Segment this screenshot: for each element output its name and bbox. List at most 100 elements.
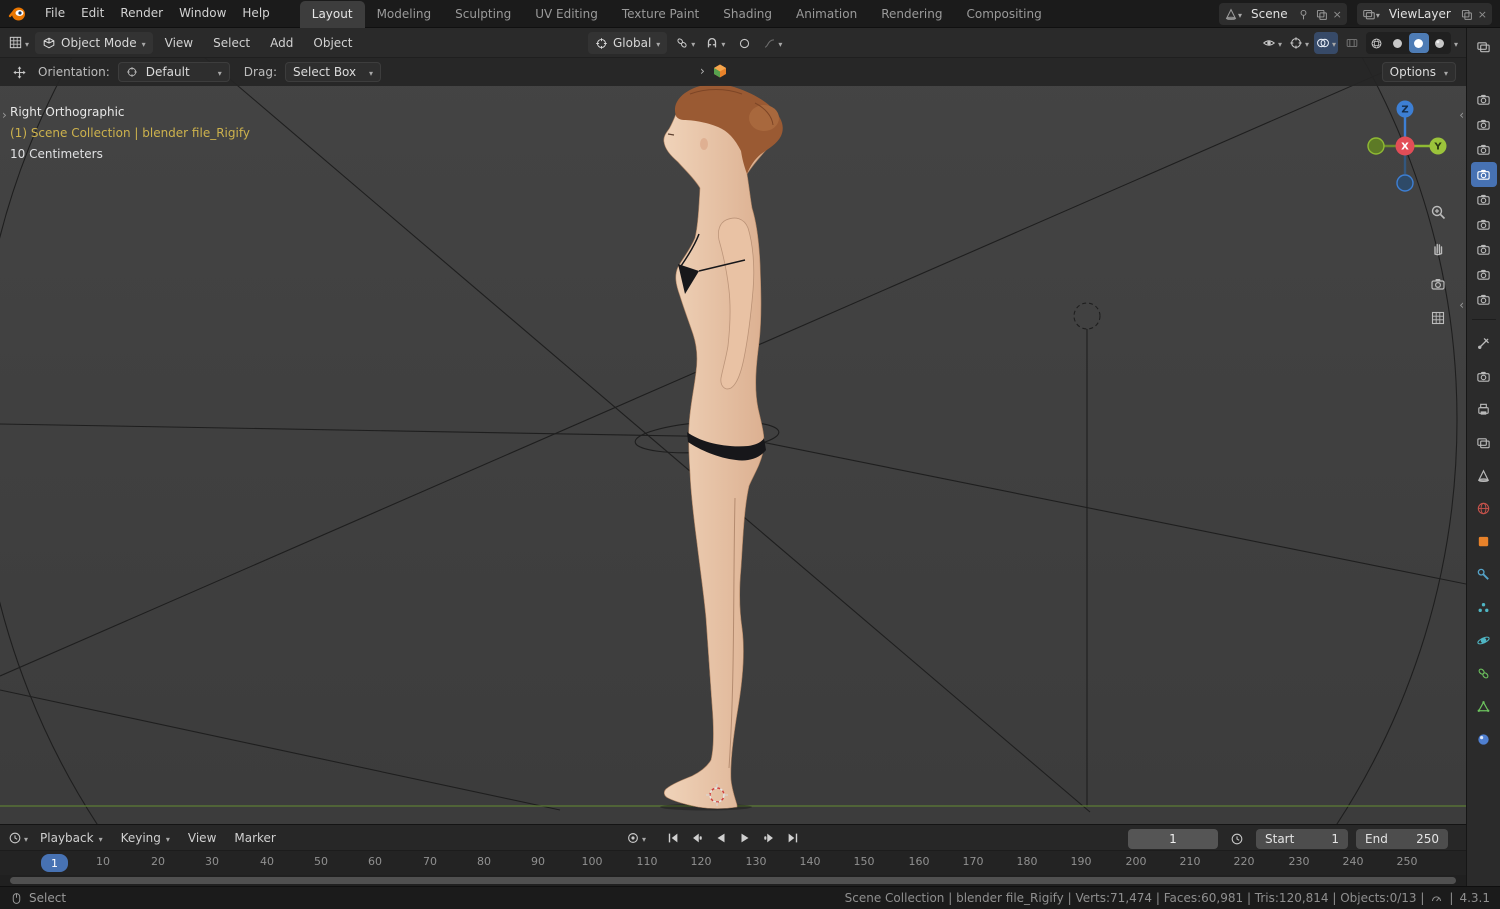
menu-view[interactable]: View (157, 29, 201, 57)
gizmo-y-neg-axis[interactable] (1367, 137, 1385, 155)
menu-help[interactable]: Help (234, 0, 277, 27)
autokey-button[interactable] (624, 827, 648, 849)
shading-dropdown[interactable] (1454, 36, 1458, 50)
falloff-dropdown[interactable] (761, 32, 784, 54)
pan-hand-button[interactable] (1426, 236, 1450, 260)
outliner-camera-icon[interactable] (1471, 212, 1497, 237)
current-frame-field[interactable]: 1 (1128, 829, 1218, 849)
orientation-dropdown[interactable]: Global (588, 32, 668, 54)
properties-tab-object[interactable] (1471, 525, 1497, 558)
pin-icon[interactable] (1297, 8, 1310, 21)
tab-sculpting[interactable]: Sculpting (443, 1, 523, 28)
camera-view-button[interactable] (1426, 272, 1450, 296)
overlays-toggle[interactable] (1313, 32, 1338, 54)
tab-shading[interactable]: Shading (711, 1, 784, 28)
properties-tab-material[interactable] (1471, 723, 1497, 756)
outliner-camera-icon-active[interactable] (1470, 162, 1497, 187)
outliner-camera-icon[interactable] (1471, 237, 1497, 262)
start-frame-field[interactable]: Start 1 (1256, 829, 1348, 849)
tab-texture-paint[interactable]: Texture Paint (610, 1, 711, 28)
add-viewlayer-icon[interactable] (1460, 8, 1473, 21)
outliner-camera-icon[interactable] (1471, 137, 1497, 162)
preview-range-button[interactable] (1226, 828, 1248, 850)
shading-wireframe-button[interactable] (1367, 33, 1387, 53)
scene-browse-icon[interactable] (1224, 7, 1242, 21)
outliner-camera-icon[interactable] (1471, 112, 1497, 137)
toolbar-expand-arrow[interactable]: › (2, 108, 7, 122)
jump-start-button[interactable] (662, 827, 684, 849)
blender-logo-icon[interactable] (8, 4, 27, 23)
options-dropdown[interactable]: Options (1381, 62, 1456, 82)
menu-file[interactable]: File (37, 0, 73, 27)
menu-object[interactable]: Object (305, 29, 360, 57)
tab-uv-editing[interactable]: UV Editing (523, 1, 610, 28)
marker-menu[interactable]: Marker (226, 831, 283, 845)
prev-keyframe-button[interactable] (686, 827, 708, 849)
character-model[interactable] (663, 84, 783, 809)
end-frame-field[interactable]: End 250 (1356, 829, 1448, 849)
properties-tab-render[interactable] (1471, 360, 1497, 393)
unlink-scene-icon[interactable]: × (1333, 8, 1342, 21)
orientation-setting-dropdown[interactable]: Default (117, 62, 230, 82)
properties-tab-scene[interactable] (1471, 459, 1497, 492)
keying-menu[interactable]: Keying (113, 831, 178, 845)
snap-pair-button[interactable] (673, 32, 697, 54)
tab-layout[interactable]: Layout (299, 0, 365, 28)
timeline-view-menu[interactable]: View (180, 831, 224, 845)
menu-render[interactable]: Render (112, 0, 171, 27)
menu-add[interactable]: Add (262, 29, 301, 57)
tab-rendering[interactable]: Rendering (869, 1, 954, 28)
play-button[interactable] (734, 827, 756, 849)
jump-end-button[interactable] (782, 827, 804, 849)
visibility-dropdown[interactable] (1260, 32, 1284, 54)
next-keyframe-button[interactable] (758, 827, 780, 849)
properties-tab-viewlayer[interactable] (1471, 426, 1497, 459)
ortho-grid-button[interactable] (1426, 306, 1450, 330)
properties-tab-data[interactable] (1471, 690, 1497, 723)
properties-tab-output[interactable] (1471, 393, 1497, 426)
strip-filter-icon[interactable] (1471, 34, 1497, 59)
zoom-button[interactable] (1426, 200, 1450, 224)
properties-tab-world[interactable] (1471, 492, 1497, 525)
tab-modeling[interactable]: Modeling (365, 1, 444, 28)
frame-ruler[interactable]: 1 10 20 30 40 50 60 70 80 90 100 110 120… (0, 851, 1466, 875)
collapsed-panel-crumb[interactable]: › (700, 63, 728, 79)
mode-dropdown[interactable]: Object Mode (35, 31, 153, 54)
editor-type-button[interactable] (6, 32, 31, 54)
scene-name[interactable]: Scene (1247, 7, 1292, 21)
gizmo-z-neg-axis[interactable] (1396, 174, 1414, 192)
viewport-3d[interactable]: Object Mode View Select Add Object Globa… (0, 28, 1466, 824)
duplicate-scene-icon[interactable] (1315, 8, 1328, 21)
proportional-edit-button[interactable] (733, 32, 755, 54)
outliner-camera-icon[interactable] (1471, 87, 1497, 112)
timeline-editor-type-button[interactable] (6, 827, 30, 849)
shading-material-button[interactable] (1408, 33, 1429, 53)
playhead[interactable]: 1 (41, 854, 68, 872)
properties-tab-constraints[interactable] (1471, 657, 1497, 690)
viewlayer-name[interactable]: ViewLayer (1385, 7, 1455, 21)
tab-animation[interactable]: Animation (784, 1, 869, 28)
menu-select[interactable]: Select (205, 29, 258, 57)
properties-tab-particles[interactable] (1471, 591, 1497, 624)
outliner-camera-icon[interactable] (1471, 262, 1497, 287)
gizmos-dropdown[interactable] (1287, 32, 1311, 54)
remove-viewlayer-icon[interactable]: × (1478, 8, 1487, 21)
properties-tab-tool[interactable] (1471, 327, 1497, 360)
shading-rendered-button[interactable] (1430, 33, 1450, 53)
region-expand-arrow[interactable]: ‹ (1459, 298, 1464, 312)
menu-window[interactable]: Window (171, 0, 234, 27)
navigation-gizmo[interactable]: Z Y X (1363, 100, 1447, 192)
active-tool-button[interactable] (8, 61, 30, 83)
timeline-scrollbar-thumb[interactable] (10, 877, 1456, 884)
playback-menu[interactable]: Playback (32, 831, 111, 845)
play-reverse-button[interactable] (710, 827, 732, 849)
shading-solid-button[interactable] (1388, 33, 1408, 53)
sidebar-expand-arrow[interactable]: ‹ (1459, 108, 1464, 122)
viewlayer-browse-icon[interactable] (1362, 7, 1380, 21)
drag-setting-dropdown[interactable]: Select Box (284, 62, 381, 82)
snap-toggle-button[interactable] (703, 32, 727, 54)
outliner-camera-icon[interactable] (1471, 187, 1497, 212)
xray-toggle[interactable] (1341, 32, 1363, 54)
outliner-camera-icon[interactable] (1471, 287, 1497, 312)
properties-tab-physics[interactable] (1471, 624, 1497, 657)
